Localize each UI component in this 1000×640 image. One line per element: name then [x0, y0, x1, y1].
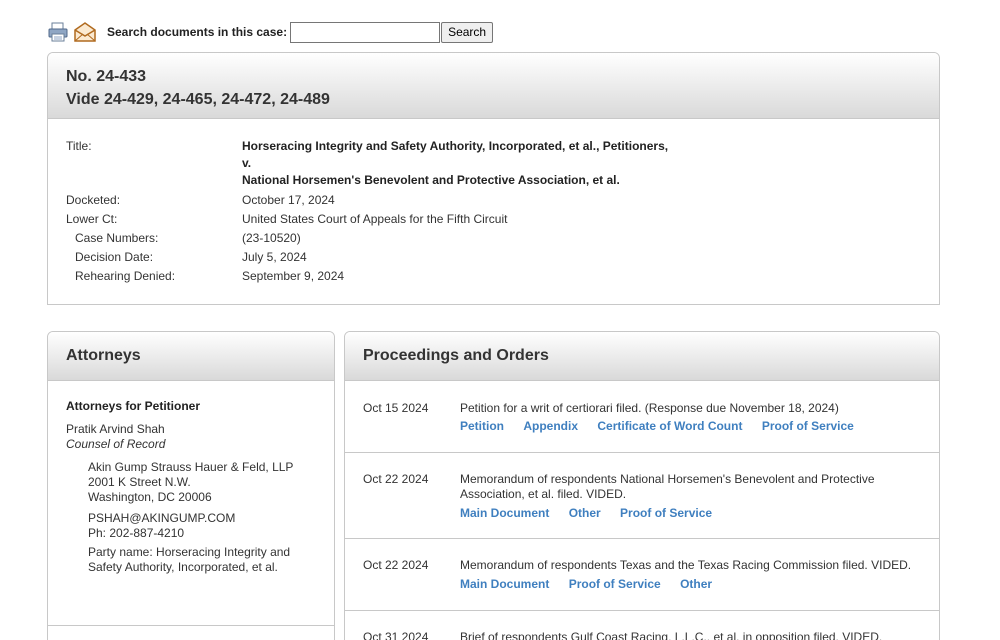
proceedings-panel: Proceedings and Orders Oct 15 2024 Petit… — [344, 331, 940, 640]
attorneys-heading: Attorneys — [48, 332, 334, 381]
entry-links: Petition Appendix Certificate of Word Co… — [460, 419, 870, 433]
toolbar: Search documents in this case: Search — [47, 20, 494, 44]
attorney-email: PSHAH@AKINGUMP.COM — [88, 511, 236, 525]
decision-date-label: Decision Date: — [75, 250, 154, 264]
proof-of-service-link[interactable]: Proof of Service — [620, 506, 712, 520]
other-link[interactable]: Other — [680, 577, 712, 591]
rehearing-label: Rehearing Denied: — [75, 269, 176, 283]
entry-date: Oct 22 2024 — [363, 558, 429, 572]
printer-icon[interactable] — [47, 21, 69, 43]
case-number: No. 24-433 — [66, 68, 147, 85]
entry-links: Main Document Other Proof of Service — [460, 506, 728, 520]
entry-links: Main Document Proof of Service Other — [460, 577, 728, 591]
attorney-phone: Ph: 202-887-4210 — [88, 526, 185, 540]
entry-text: Memorandum of respondents Texas and the … — [460, 558, 912, 572]
title-line-2: v. — [242, 156, 252, 170]
attorneys-group-heading: Attorneys for Petitioner — [66, 399, 201, 413]
proceeding-entry: Oct 31 2024 Brief of respondents Gulf Co… — [345, 611, 939, 640]
attorney-party: Party name: Horseracing Integrity and Sa… — [88, 545, 291, 574]
proof-of-service-link[interactable]: Proof of Service — [569, 577, 661, 591]
appendix-link[interactable]: Appendix — [523, 419, 578, 433]
case-vide: Vide 24-429, 24-465, 24-472, 24-489 — [66, 91, 330, 108]
entry-text: Petition for a writ of certiorari filed.… — [460, 401, 839, 415]
proceedings-heading: Proceedings and Orders — [345, 332, 939, 381]
main-document-link[interactable]: Main Document — [460, 506, 549, 520]
entry-date: Oct 31 2024 — [363, 630, 429, 640]
proceeding-entry: Oct 15 2024 Petition for a writ of certi… — [345, 381, 939, 453]
search-button[interactable]: Search — [441, 21, 494, 43]
proof-of-service-link[interactable]: Proof of Service — [762, 419, 854, 433]
attorney-firm: Akin Gump Strauss Hauer & Feld, LLP — [88, 460, 294, 474]
search-label: Search documents in this case: — [107, 25, 288, 39]
lower-ct-value: United States Court of Appeals for the F… — [242, 212, 508, 226]
attorney-role: Counsel of Record — [66, 437, 166, 451]
case-panel: No. 24-433 Vide 24-429, 24-465, 24-472, … — [47, 52, 940, 305]
entry-date: Oct 22 2024 — [363, 472, 429, 486]
attorney-city: Washington, DC 20006 — [88, 490, 212, 504]
attorney-street: 2001 K Street N.W. — [88, 475, 191, 489]
case-numbers-value: (23-10520) — [242, 231, 301, 245]
rehearing-value: September 9, 2024 — [242, 269, 345, 283]
title-line-3: National Horsemen's Benevolent and Prote… — [242, 173, 620, 187]
title-label: Title: — [66, 139, 92, 153]
case-numbers-label: Case Numbers: — [75, 231, 159, 245]
proceeding-entry: Oct 22 2024 Memorandum of respondents Te… — [345, 539, 939, 611]
lower-ct-label: Lower Ct: — [66, 212, 118, 226]
other-link[interactable]: Other — [569, 506, 601, 520]
main-document-link[interactable]: Main Document — [460, 577, 549, 591]
attorneys-divider — [48, 625, 334, 626]
entry-text: Brief of respondents Gulf Coast Racing, … — [460, 630, 883, 640]
docketed-value: October 17, 2024 — [242, 193, 335, 207]
entry-text: Memorandum of respondents National Horse… — [460, 472, 875, 501]
attorney-name: Pratik Arvind Shah — [66, 422, 165, 436]
search-input[interactable] — [290, 21, 441, 43]
petition-link[interactable]: Petition — [460, 419, 504, 433]
attorneys-panel: Attorneys Attorneys for Petitioner Prati… — [47, 331, 335, 640]
case-header: No. 24-433 Vide 24-429, 24-465, 24-472, … — [48, 53, 939, 119]
docketed-label: Docketed: — [66, 193, 121, 207]
certificate-of-word-count-link[interactable]: Certificate of Word Count — [597, 419, 742, 433]
title-line-1: Horseracing Integrity and Safety Authori… — [242, 139, 669, 153]
entry-date: Oct 15 2024 — [363, 401, 429, 415]
proceeding-entry: Oct 22 2024 Memorandum of respondents Na… — [345, 453, 939, 539]
envelope-icon[interactable] — [73, 21, 97, 43]
decision-date-value: July 5, 2024 — [242, 250, 307, 264]
